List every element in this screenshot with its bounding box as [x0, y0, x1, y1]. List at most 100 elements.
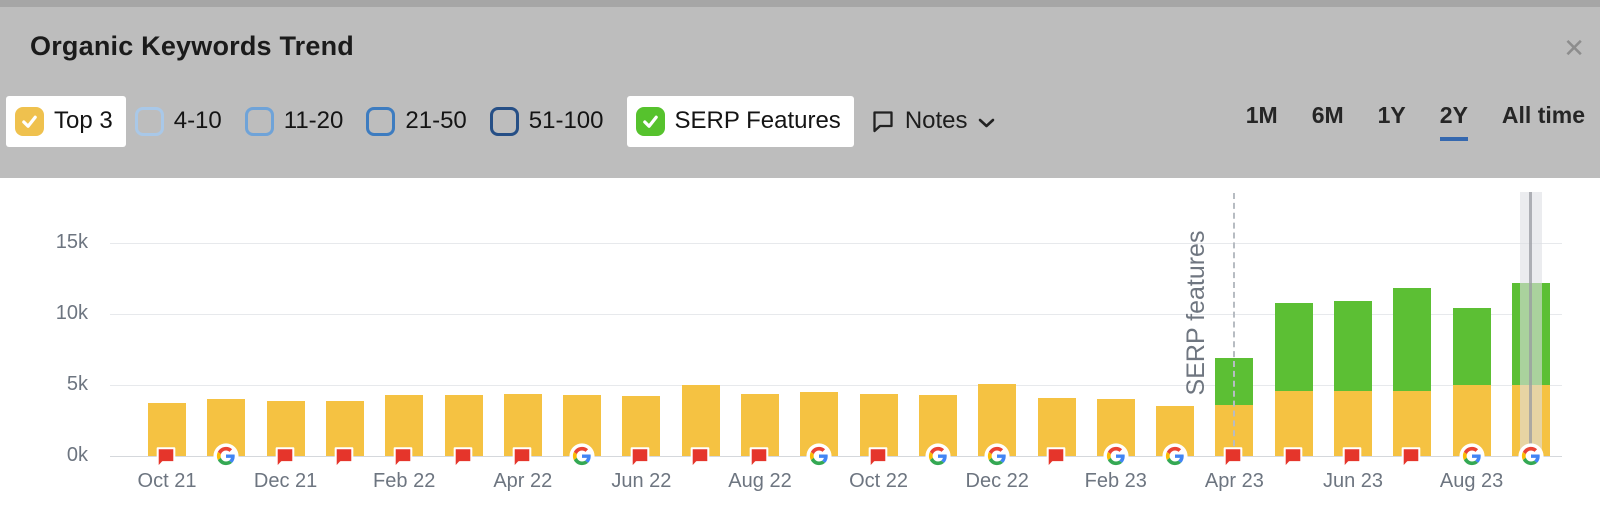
- checkbox-box[interactable]: [245, 107, 274, 136]
- note-marker[interactable]: [688, 444, 714, 472]
- google-update-marker[interactable]: [569, 443, 595, 471]
- bar-segment-serp-features: [1393, 288, 1431, 390]
- bar-mar-23[interactable]: [1156, 178, 1194, 456]
- google-g-icon: [1459, 443, 1485, 469]
- google-update-marker[interactable]: [1162, 443, 1188, 471]
- bar-oct-22[interactable]: [860, 178, 898, 456]
- range-1m[interactable]: 1M: [1246, 102, 1278, 141]
- note-marker[interactable]: [1399, 444, 1425, 472]
- google-update-marker[interactable]: [1103, 443, 1129, 471]
- checkbox-11-20[interactable]: 11-20: [245, 107, 344, 136]
- bar-mar-22[interactable]: [445, 178, 483, 456]
- bar-jan-22[interactable]: [326, 178, 364, 456]
- widget-title: Organic Keywords Trend: [30, 31, 354, 62]
- checkbox-label: 21-50: [405, 107, 466, 135]
- note-flag-icon: [510, 444, 534, 471]
- note-marker[interactable]: [1340, 444, 1366, 472]
- x-axis-label: Dec 21: [226, 470, 346, 493]
- note-marker[interactable]: [391, 444, 417, 472]
- check-icon: [20, 112, 39, 131]
- x-axis-label: Oct 21: [107, 470, 227, 493]
- checkbox-box[interactable]: [366, 107, 395, 136]
- bar-nov-21[interactable]: [207, 178, 245, 456]
- notes-dropdown[interactable]: Notes: [871, 107, 995, 135]
- note-flag-icon: [451, 444, 475, 471]
- note-marker[interactable]: [866, 444, 892, 472]
- bar-aug-22[interactable]: [741, 178, 779, 456]
- note-marker[interactable]: [154, 444, 180, 472]
- range-6m[interactable]: 6M: [1312, 102, 1344, 141]
- note-flag-icon: [688, 444, 712, 471]
- checkbox-label: 11-20: [284, 107, 344, 135]
- note-flag-icon: [628, 444, 652, 471]
- bar-feb-22[interactable]: [385, 178, 423, 456]
- close-icon[interactable]: ✕: [1563, 35, 1585, 61]
- note-marker[interactable]: [510, 444, 536, 472]
- bar-nov-22[interactable]: [919, 178, 957, 456]
- bar-segment-serp-features: [1334, 301, 1372, 390]
- filter-toolbar: Top 3 4-10 11-20 21-50 51-100 SERP Features N…: [6, 95, 1585, 147]
- bar-dec-21[interactable]: [267, 178, 305, 456]
- checkbox-box[interactable]: [135, 107, 164, 136]
- note-flag-icon: [154, 444, 178, 471]
- google-g-icon: [984, 443, 1010, 469]
- bar-sep-22[interactable]: [800, 178, 838, 456]
- range-2y[interactable]: 2Y: [1440, 102, 1468, 141]
- note-flag-icon: [1399, 444, 1423, 471]
- note-flag-icon: [332, 444, 356, 471]
- range-1y[interactable]: 1Y: [1378, 102, 1406, 141]
- note-flag-icon: [866, 444, 890, 471]
- x-axis-label: Apr 23: [1174, 470, 1294, 493]
- google-update-marker[interactable]: [1459, 443, 1485, 471]
- y-axis-label: 0k: [26, 444, 88, 467]
- position-filter-group: Top 3 4-10 11-20 21-50 51-100 SERP Features: [6, 96, 863, 147]
- check-icon: [641, 112, 660, 131]
- notes-label: Notes: [905, 107, 968, 135]
- range-all-time[interactable]: All time: [1502, 102, 1585, 141]
- bar-jun-22[interactable]: [622, 178, 660, 456]
- google-update-marker[interactable]: [1518, 443, 1544, 471]
- note-marker[interactable]: [1044, 444, 1070, 472]
- google-g-icon: [925, 443, 951, 469]
- bar-jul-23[interactable]: [1393, 178, 1431, 456]
- checkbox-4-10[interactable]: 4-10: [135, 107, 222, 136]
- note-flag-icon: [391, 444, 415, 471]
- google-update-marker[interactable]: [984, 443, 1010, 471]
- note-marker[interactable]: [273, 444, 299, 472]
- notes-bubble-icon: [871, 109, 895, 133]
- checkbox-box[interactable]: [636, 107, 665, 136]
- bar-jan-23[interactable]: [1038, 178, 1076, 456]
- y-axis-label: 5k: [26, 373, 88, 396]
- checkbox-51-100[interactable]: 51-100: [490, 107, 604, 136]
- note-marker[interactable]: [1221, 444, 1247, 472]
- note-flag-icon: [1221, 444, 1245, 471]
- note-flag-icon: [273, 444, 297, 471]
- note-marker[interactable]: [451, 444, 477, 472]
- bar-may-22[interactable]: [563, 178, 601, 456]
- google-update-marker[interactable]: [806, 443, 832, 471]
- note-marker[interactable]: [332, 444, 358, 472]
- google-update-marker[interactable]: [925, 443, 951, 471]
- bar-dec-22[interactable]: [978, 178, 1016, 456]
- checkbox-box[interactable]: [15, 107, 44, 136]
- organic-keywords-trend-widget: Organic Keywords Trend ✕ Top 3 4-10 11-20 2…: [0, 0, 1600, 530]
- bar-jul-22[interactable]: [682, 178, 720, 456]
- widget-header: Organic Keywords Trend ✕ Top 3 4-10 11-20 2…: [0, 0, 1600, 178]
- bar-feb-23[interactable]: [1097, 178, 1135, 456]
- checkbox-box[interactable]: [490, 107, 519, 136]
- bar-may-23[interactable]: [1275, 178, 1313, 456]
- google-update-marker[interactable]: [213, 443, 239, 471]
- x-axis-label: Feb 22: [344, 470, 464, 493]
- checkbox-serp-features[interactable]: SERP Features: [627, 96, 854, 147]
- note-marker[interactable]: [747, 444, 773, 472]
- note-marker[interactable]: [628, 444, 654, 472]
- checkbox-21-50[interactable]: 21-50: [366, 107, 466, 136]
- checkbox-top-3[interactable]: Top 3: [6, 96, 126, 147]
- bar-apr-22[interactable]: [504, 178, 542, 456]
- note-marker[interactable]: [1281, 444, 1307, 472]
- bar-jun-23[interactable]: [1334, 178, 1372, 456]
- bar-oct-21[interactable]: [148, 178, 186, 456]
- x-axis-label: Feb 23: [1056, 470, 1176, 493]
- bar-aug-23[interactable]: [1453, 178, 1491, 456]
- note-flag-icon: [1281, 444, 1305, 471]
